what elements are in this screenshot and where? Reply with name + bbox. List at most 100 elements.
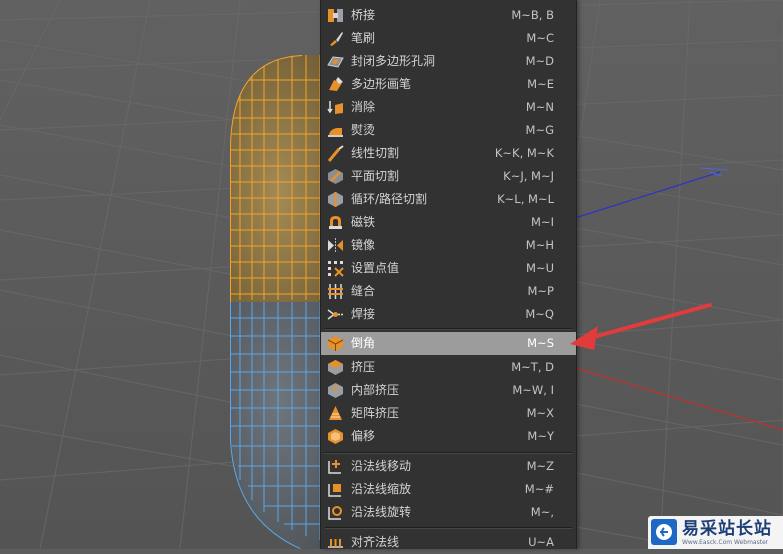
extrude-icon bbox=[327, 359, 344, 376]
menu-item-shortcut: K~J, M~J bbox=[503, 169, 554, 183]
watermark-url: Www.Easck.Com Webmaster bbox=[682, 539, 769, 546]
menu-item-line-cut[interactable]: 线性切割 K~K, M~K bbox=[321, 142, 576, 165]
menu-item-label: 焊接 bbox=[351, 307, 376, 321]
menu-item-label: 循环/路径切割 bbox=[351, 192, 428, 206]
annotation-arrow bbox=[570, 303, 712, 350]
menu-item-align-normals[interactable]: 对齐法线 U~A bbox=[321, 531, 576, 554]
menu-item-shortcut: M~U bbox=[526, 261, 554, 275]
menu-item-shortcut: K~L, M~L bbox=[497, 192, 554, 206]
menu-item-stitch[interactable]: 缝合 M~P bbox=[321, 280, 576, 303]
menu-item-shortcut: M~N bbox=[525, 100, 554, 114]
close-polygon-hole-icon bbox=[327, 53, 344, 70]
menu-item-label: 桥接 bbox=[351, 8, 376, 22]
menu-item-shortcut: M~I bbox=[531, 215, 554, 229]
menu-item-shortcut: K~K, M~K bbox=[494, 146, 554, 160]
watermark: 易采站长站 Www.Easck.Com Webmaster bbox=[648, 516, 783, 549]
menu-item-shortcut: M~Z bbox=[526, 459, 554, 473]
menu-item-bevel[interactable]: 倒角 M~S bbox=[321, 332, 576, 355]
menu-item-extrude-inner[interactable]: 内部挤压 M~W, I bbox=[321, 379, 576, 402]
normal-rotate-icon bbox=[327, 504, 344, 521]
menu-item-shortcut: M~H bbox=[525, 238, 554, 252]
menu-item-label: 熨烫 bbox=[351, 123, 376, 137]
dissolve-icon bbox=[327, 99, 344, 116]
menu-item-label: 沿法线旋转 bbox=[351, 505, 412, 519]
bevel-icon bbox=[327, 335, 344, 352]
menu-item-bridge[interactable]: 桥接 M~B, B bbox=[321, 4, 576, 27]
extrude-inner-icon bbox=[327, 382, 344, 399]
menu-item-label: 沿法线缩放 bbox=[351, 482, 412, 496]
menu-item-label: 笔刷 bbox=[351, 31, 376, 45]
menu-item-shortcut: M~# bbox=[524, 482, 554, 496]
mirror-icon bbox=[327, 237, 344, 254]
menu-item-mirror[interactable]: 镜像 M~H bbox=[321, 234, 576, 257]
menu-separator bbox=[325, 328, 572, 330]
menu-item-label: 偏移 bbox=[351, 429, 376, 443]
menu-item-matrix-extrude[interactable]: 矩阵挤压 M~X bbox=[321, 402, 576, 425]
menu-item-label: 缝合 bbox=[351, 284, 376, 298]
menu-item-magnet[interactable]: 磁铁 M~I bbox=[321, 211, 576, 234]
stitch-icon bbox=[327, 283, 344, 300]
menu-item-shortcut: M~S bbox=[527, 336, 554, 350]
plane-cut-icon bbox=[327, 168, 344, 185]
mesh-tools-menu: 桥接 M~B, B 笔刷 M~C 封闭多边形孔洞 M~D 多边形画笔 M~E 消… bbox=[320, 0, 577, 549]
offset-icon bbox=[327, 428, 344, 445]
menu-item-shortcut: M~E bbox=[527, 77, 554, 91]
loop-path-cut-icon bbox=[327, 191, 344, 208]
menu-item-shortcut: M~, bbox=[530, 505, 554, 519]
align-normals-icon bbox=[327, 534, 344, 551]
menu-item-shortcut: M~D bbox=[525, 54, 554, 68]
menu-item-shortcut: M~B, B bbox=[511, 8, 554, 22]
menu-item-shortcut: M~P bbox=[527, 284, 555, 298]
menu-separator bbox=[325, 527, 572, 529]
menu-item-weld[interactable]: 焊接 M~Q bbox=[321, 303, 576, 326]
menu-item-label: 线性切割 bbox=[351, 146, 400, 160]
menu-item-label: 设置点值 bbox=[351, 261, 400, 275]
menu-item-extrude[interactable]: 挤压 M~T, D bbox=[321, 356, 576, 379]
menu-item-label: 磁铁 bbox=[351, 215, 376, 229]
menu-item-offset[interactable]: 偏移 M~Y bbox=[321, 425, 576, 448]
menu-item-label: 倒角 bbox=[351, 336, 376, 350]
menu-item-close-polygon-hole[interactable]: 封闭多边形孔洞 M~D bbox=[321, 50, 576, 73]
menu-item-shortcut: U~A bbox=[528, 535, 554, 549]
menu-item-shortcut: M~Y bbox=[527, 429, 554, 443]
iron-icon bbox=[327, 122, 344, 139]
menu-item-label: 消除 bbox=[351, 100, 376, 114]
menu-item-shortcut: M~X bbox=[526, 406, 554, 420]
bridge-icon bbox=[327, 7, 344, 24]
menu-item-iron[interactable]: 熨烫 M~G bbox=[321, 119, 576, 142]
menu-item-shortcut: M~Q bbox=[525, 307, 554, 321]
menu-item-plane-cut[interactable]: 平面切割 K~J, M~J bbox=[321, 165, 576, 188]
menu-item-label: 矩阵挤压 bbox=[351, 406, 400, 420]
menu-item-label: 内部挤压 bbox=[351, 383, 400, 397]
normal-move-icon bbox=[327, 458, 344, 475]
menu-item-label: 挤压 bbox=[351, 360, 376, 374]
menu-item-normal-move[interactable]: 沿法线移动 M~Z bbox=[321, 455, 576, 478]
menu-item-shortcut: M~C bbox=[526, 31, 554, 45]
normal-scale-icon bbox=[327, 481, 344, 498]
matrix-extrude-icon bbox=[327, 405, 344, 422]
menu-item-label: 平面切割 bbox=[351, 169, 400, 183]
menu-item-label: 封闭多边形孔洞 bbox=[351, 54, 436, 68]
menu-item-shortcut: M~W, I bbox=[512, 383, 554, 397]
weld-icon bbox=[327, 306, 344, 323]
menu-item-shortcut: M~T, D bbox=[511, 360, 554, 374]
menu-item-normal-scale[interactable]: 沿法线缩放 M~# bbox=[321, 478, 576, 501]
menu-item-brush[interactable]: 笔刷 M~C bbox=[321, 27, 576, 50]
menu-item-shortcut: M~G bbox=[525, 123, 554, 137]
magnet-icon bbox=[327, 214, 344, 231]
menu-item-normal-rotate[interactable]: 沿法线旋转 M~, bbox=[321, 501, 576, 524]
menu-separator bbox=[325, 452, 572, 454]
menu-item-set-point-value[interactable]: 设置点值 M~U bbox=[321, 257, 576, 280]
brush-icon bbox=[327, 30, 344, 47]
menu-item-loop-path-cut[interactable]: 循环/路径切割 K~L, M~L bbox=[321, 188, 576, 211]
menu-item-label: 多边形画笔 bbox=[351, 77, 412, 91]
menu-item-label: 对齐法线 bbox=[351, 535, 400, 549]
line-cut-icon bbox=[327, 145, 344, 162]
watermark-text: 易采站长站 bbox=[682, 519, 772, 539]
menu-item-label: 镜像 bbox=[351, 238, 376, 252]
polygon-pen-icon bbox=[327, 76, 344, 93]
menu-item-label: 沿法线移动 bbox=[351, 459, 412, 473]
menu-item-polygon-pen[interactable]: 多边形画笔 M~E bbox=[321, 73, 576, 96]
set-point-value-icon bbox=[327, 260, 344, 277]
menu-item-dissolve[interactable]: 消除 M~N bbox=[321, 96, 576, 119]
